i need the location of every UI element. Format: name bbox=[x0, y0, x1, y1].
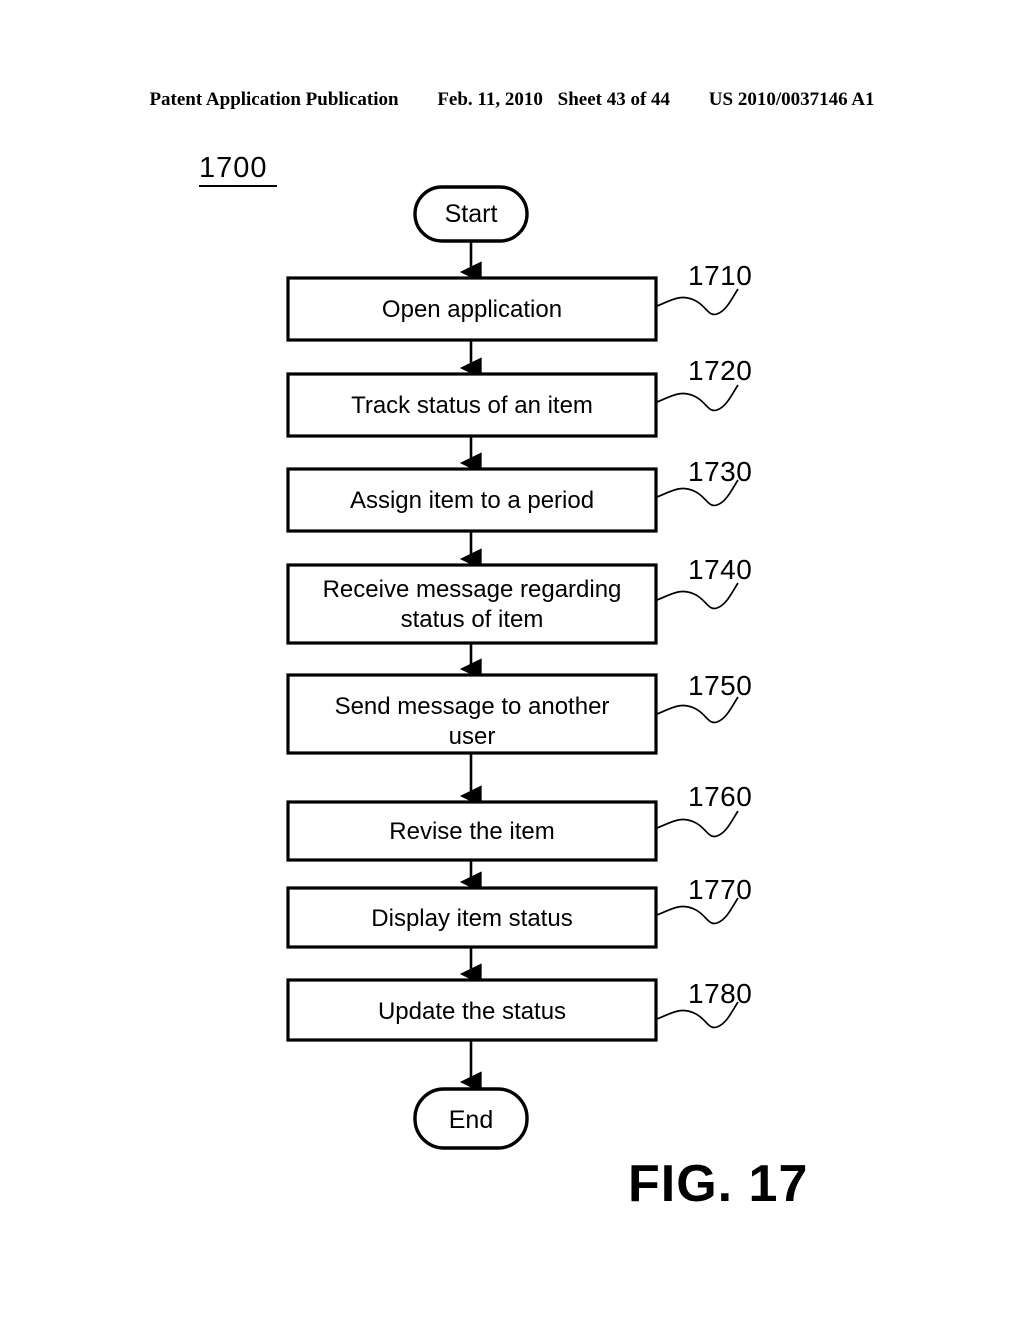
reference-number-1750: 1750 bbox=[688, 670, 752, 701]
flow-node-start-label: Start bbox=[445, 200, 498, 228]
flow-node-1780-label: Update the status bbox=[378, 998, 566, 1025]
flow-node-1750: Send message to another user bbox=[286, 673, 658, 755]
flow-node-1750-label-line2: user bbox=[449, 723, 496, 750]
flow-node-start: Start bbox=[413, 185, 529, 243]
flow-node-1750-label-line1: Send message to another bbox=[335, 693, 610, 720]
reference-number-1730: 1730 bbox=[688, 456, 752, 487]
flow-node-1710: Open application bbox=[286, 276, 658, 342]
reference-number-1760: 1760 bbox=[688, 781, 752, 812]
leader-line-1720 bbox=[656, 384, 739, 412]
reference-number-1710: 1710 bbox=[688, 260, 752, 291]
flow-node-1730: Assign item to a period bbox=[286, 467, 658, 533]
flow-node-1720-label: Track status of an item bbox=[351, 392, 593, 419]
flow-node-1720: Track status of an item bbox=[286, 372, 658, 438]
flow-node-1760-label: Revise the item bbox=[389, 818, 554, 845]
reference-number-1780: 1780 bbox=[688, 978, 752, 1009]
flow-node-1770: Display item status bbox=[286, 886, 658, 949]
leader-line-1740 bbox=[656, 582, 739, 610]
flow-node-1730-label: Assign item to a period bbox=[350, 487, 594, 514]
flow-node-1710-label: Open application bbox=[382, 296, 562, 323]
leader-line-1760 bbox=[656, 810, 739, 838]
flow-node-1770-label: Display item status bbox=[371, 905, 572, 932]
figure-caption: FIG. 17 bbox=[628, 1155, 809, 1213]
flow-node-1760: Revise the item bbox=[286, 800, 658, 862]
flow-node-end-label: End bbox=[449, 1106, 493, 1134]
flow-node-end: End bbox=[413, 1087, 529, 1150]
leader-line-1710 bbox=[656, 288, 739, 316]
flow-node-1780: Update the status bbox=[286, 978, 658, 1042]
flow-node-1740-label-line1: Receive message regarding bbox=[323, 576, 622, 603]
reference-number-1770: 1770 bbox=[688, 874, 752, 905]
flow-node-1740: Receive message regarding status of item bbox=[286, 563, 658, 645]
reference-number-1720: 1720 bbox=[688, 355, 752, 386]
flowchart-diagram: Start Open application 1710 Track status… bbox=[286, 185, 752, 1150]
reference-number-1740: 1740 bbox=[688, 554, 752, 585]
flow-node-1740-label-line2: status of item bbox=[401, 606, 544, 633]
